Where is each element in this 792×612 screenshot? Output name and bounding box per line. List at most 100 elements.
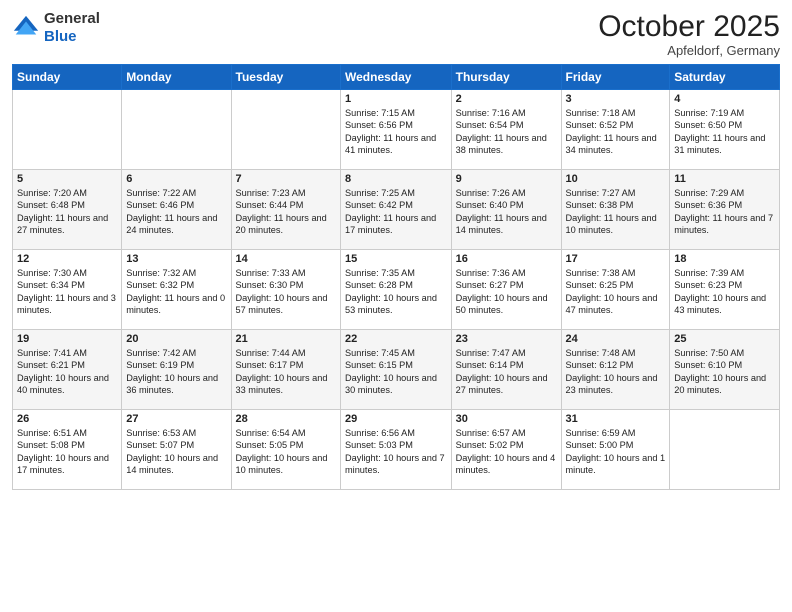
day-number: 31 — [566, 413, 666, 425]
calendar-cell — [231, 90, 340, 170]
day-info: Sunrise: 6:54 AM Sunset: 5:05 PM Dayligh… — [236, 427, 336, 477]
header-saturday: Saturday — [670, 65, 780, 90]
day-number: 16 — [456, 253, 557, 265]
day-info: Sunrise: 7:27 AM Sunset: 6:38 PM Dayligh… — [566, 187, 666, 237]
calendar-cell: 8Sunrise: 7:25 AM Sunset: 6:42 PM Daylig… — [341, 170, 452, 250]
day-number: 7 — [236, 173, 336, 185]
calendar-cell: 6 Sunrise: 7:22 AM Sunset: 6:46 PM Daylig… — [122, 170, 231, 250]
day-info: Sunrise: 7:20 AM Sunset: 6:48 PM Dayligh… — [17, 187, 117, 237]
calendar-table: Sunday Monday Tuesday Wednesday Thursday… — [12, 64, 780, 490]
header-wednesday: Wednesday — [341, 65, 452, 90]
calendar-week-5: 26 Sunrise: 6:51 AM Sunset: 5:08 PM Dayli… — [13, 410, 780, 490]
calendar-cell: 16Sunrise: 7:36 AM Sunset: 6:27 PM Dayli… — [451, 250, 561, 330]
calendar-cell: 31 Sunrise: 6:59 AM Sunset: 5:00 PM Dayli… — [561, 410, 670, 490]
logo-text: General Blue — [44, 10, 100, 46]
header-tuesday: Tuesday — [231, 65, 340, 90]
calendar-cell: 3 Sunrise: 7:18 AM Sunset: 6:52 PM Daylig… — [561, 90, 670, 170]
calendar-cell: 15Sunrise: 7:35 AM Sunset: 6:28 PM Dayli… — [341, 250, 452, 330]
calendar-cell: 10 Sunrise: 7:27 AM Sunset: 6:38 PM Dayli… — [561, 170, 670, 250]
month-title: October 2025 — [598, 10, 780, 43]
calendar-cell: 18 Sunrise: 7:39 AM Sunset: 6:23 PM Dayli… — [670, 250, 780, 330]
calendar-cell: 7 Sunrise: 7:23 AM Sunset: 6:44 PM Daylig… — [231, 170, 340, 250]
day-info: Sunrise: 7:38 AM Sunset: 6:25 PM Dayligh… — [566, 267, 666, 317]
calendar-cell: 17 Sunrise: 7:38 AM Sunset: 6:25 PM Dayli… — [561, 250, 670, 330]
header-monday: Monday — [122, 65, 231, 90]
day-info: Sunrise: 7:22 AM Sunset: 6:46 PM Dayligh… — [126, 187, 226, 237]
day-info: Sunrise: 7:18 AM Sunset: 6:52 PM Dayligh… — [566, 107, 666, 157]
calendar-cell: 2 Sunrise: 7:16 AM Sunset: 6:54 PM Daylig… — [451, 90, 561, 170]
day-number: 1 — [345, 93, 447, 105]
calendar-cell: 29Sunrise: 6:56 AM Sunset: 5:03 PM Dayli… — [341, 410, 452, 490]
logo-icon — [12, 14, 40, 42]
calendar-cell: 21 Sunrise: 7:44 AM Sunset: 6:17 PM Dayli… — [231, 330, 340, 410]
day-info: Sunrise: 7:23 AM Sunset: 6:44 PM Dayligh… — [236, 187, 336, 237]
day-info: Sunrise: 7:41 AM Sunset: 6:21 PM Dayligh… — [17, 347, 117, 397]
calendar-cell — [670, 410, 780, 490]
day-number: 24 — [566, 333, 666, 345]
day-number: 30 — [456, 413, 557, 425]
calendar-cell: 23 Sunrise: 7:47 AM Sunset: 6:14 PM Dayli… — [451, 330, 561, 410]
day-number: 19 — [17, 333, 117, 345]
title-block: October 2025 Apfeldorf, Germany — [598, 10, 780, 58]
day-info: Sunrise: 7:50 AM Sunset: 6:10 PM Dayligh… — [674, 347, 775, 397]
calendar-cell: 20Sunrise: 7:42 AM Sunset: 6:19 PM Dayli… — [122, 330, 231, 410]
day-info: Sunrise: 7:30 AM Sunset: 6:34 PM Dayligh… — [17, 267, 117, 317]
day-number: 2 — [456, 93, 557, 105]
day-number: 6 — [126, 173, 226, 185]
day-number: 5 — [17, 173, 117, 185]
day-number: 14 — [236, 253, 336, 265]
calendar-cell: 11Sunrise: 7:29 AM Sunset: 6:36 PM Dayli… — [670, 170, 780, 250]
logo-line1: General — [44, 10, 100, 27]
day-info: Sunrise: 6:53 AM Sunset: 5:07 PM Dayligh… — [126, 427, 226, 477]
calendar-week-2: 5 Sunrise: 7:20 AM Sunset: 6:48 PM Daylig… — [13, 170, 780, 250]
day-info: Sunrise: 7:33 AM Sunset: 6:30 PM Dayligh… — [236, 267, 336, 317]
day-info: Sunrise: 6:51 AM Sunset: 5:08 PM Dayligh… — [17, 427, 117, 477]
calendar-cell: 1Sunrise: 7:15 AM Sunset: 6:56 PM Daylig… — [341, 90, 452, 170]
calendar-cell: 13Sunrise: 7:32 AM Sunset: 6:32 PM Dayli… — [122, 250, 231, 330]
calendar-cell — [13, 90, 122, 170]
day-number: 27 — [126, 413, 226, 425]
day-info: Sunrise: 7:47 AM Sunset: 6:14 PM Dayligh… — [456, 347, 557, 397]
day-number: 21 — [236, 333, 336, 345]
calendar-week-1: 1Sunrise: 7:15 AM Sunset: 6:56 PM Daylig… — [13, 90, 780, 170]
calendar-cell: 28Sunrise: 6:54 AM Sunset: 5:05 PM Dayli… — [231, 410, 340, 490]
day-info: Sunrise: 7:44 AM Sunset: 6:17 PM Dayligh… — [236, 347, 336, 397]
day-info: Sunrise: 7:48 AM Sunset: 6:12 PM Dayligh… — [566, 347, 666, 397]
day-info: Sunrise: 7:32 AM Sunset: 6:32 PM Dayligh… — [126, 267, 226, 317]
calendar-cell: 9Sunrise: 7:26 AM Sunset: 6:40 PM Daylig… — [451, 170, 561, 250]
calendar-cell — [122, 90, 231, 170]
day-number: 25 — [674, 333, 775, 345]
location-subtitle: Apfeldorf, Germany — [598, 43, 780, 58]
page-header: General Blue October 2025 Apfeldorf, Ger… — [12, 10, 780, 58]
day-number: 4 — [674, 93, 775, 105]
day-number: 10 — [566, 173, 666, 185]
day-number: 18 — [674, 253, 775, 265]
calendar-cell: 22 Sunrise: 7:45 AM Sunset: 6:15 PM Dayli… — [341, 330, 452, 410]
header-sunday: Sunday — [13, 65, 122, 90]
calendar-week-3: 12 Sunrise: 7:30 AM Sunset: 6:34 PM Dayli… — [13, 250, 780, 330]
calendar-cell: 12 Sunrise: 7:30 AM Sunset: 6:34 PM Dayli… — [13, 250, 122, 330]
logo: General Blue — [12, 10, 100, 46]
day-info: Sunrise: 7:19 AM Sunset: 6:50 PM Dayligh… — [674, 107, 775, 157]
calendar-cell: 26 Sunrise: 6:51 AM Sunset: 5:08 PM Dayli… — [13, 410, 122, 490]
calendar-cell: 27 Sunrise: 6:53 AM Sunset: 5:07 PM Dayli… — [122, 410, 231, 490]
calendar-cell: 24 Sunrise: 7:48 AM Sunset: 6:12 PM Dayli… — [561, 330, 670, 410]
day-info: Sunrise: 7:45 AM Sunset: 6:15 PM Dayligh… — [345, 347, 447, 397]
day-number: 17 — [566, 253, 666, 265]
day-number: 22 — [345, 333, 447, 345]
header-thursday: Thursday — [451, 65, 561, 90]
day-number: 12 — [17, 253, 117, 265]
day-number: 9 — [456, 173, 557, 185]
calendar-week-4: 19 Sunrise: 7:41 AM Sunset: 6:21 PM Dayli… — [13, 330, 780, 410]
day-info: Sunrise: 6:59 AM Sunset: 5:00 PM Dayligh… — [566, 427, 666, 477]
day-number: 20 — [126, 333, 226, 345]
day-number: 23 — [456, 333, 557, 345]
day-info: Sunrise: 7:25 AM Sunset: 6:42 PM Dayligh… — [345, 187, 447, 237]
day-info: Sunrise: 7:16 AM Sunset: 6:54 PM Dayligh… — [456, 107, 557, 157]
day-info: Sunrise: 7:35 AM Sunset: 6:28 PM Dayligh… — [345, 267, 447, 317]
day-number: 3 — [566, 93, 666, 105]
day-info: Sunrise: 7:39 AM Sunset: 6:23 PM Dayligh… — [674, 267, 775, 317]
day-number: 11 — [674, 173, 775, 185]
day-number: 26 — [17, 413, 117, 425]
calendar-cell: 25 Sunrise: 7:50 AM Sunset: 6:10 PM Dayli… — [670, 330, 780, 410]
